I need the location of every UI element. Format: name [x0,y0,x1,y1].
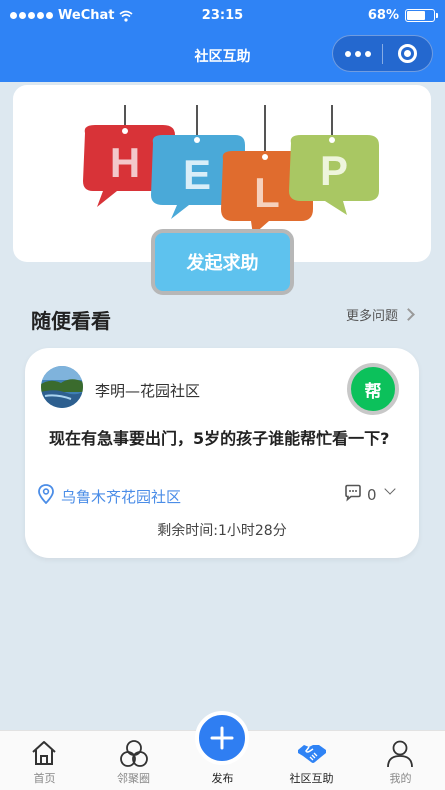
publish-fab-button[interactable] [195,711,249,765]
tab-label: 发布 [211,772,234,785]
tab-label: 社区互助 [289,772,334,785]
location-label[interactable]: 乌鲁木齐花园社区 [61,486,181,507]
section-title: 随便看看 [31,309,111,333]
comment-icon[interactable] [344,484,362,502]
banner-letter: E [183,151,211,198]
more-questions-label: 更多问题 [345,309,398,324]
banner-letter: H [110,139,140,186]
battery-percent: 68% [367,8,399,23]
comment-count: 0 [367,486,377,504]
status-right: 68% [367,8,438,23]
tab-neighbors[interactable]: 邻聚圈 [89,731,178,790]
remaining-time: 剩余时间:1小时28分 [157,523,287,539]
close-mini-program-button[interactable] [383,35,432,72]
handshake-icon [298,745,326,763]
target-icon [398,44,417,63]
user-icon [387,740,413,768]
author-name: 李明—花园社区 [95,382,201,400]
chevron-down-icon[interactable] [384,483,396,495]
request-help-button[interactable]: 发起求助 [151,229,294,295]
tab-profile[interactable]: 我的 [356,731,445,790]
more-menu-button[interactable] [333,35,382,72]
plus-icon [210,726,234,750]
help-badge-button[interactable]: 帮 [347,363,399,415]
more-questions-link[interactable]: 更多问题 [345,305,415,324]
banner-letter: P [320,147,348,194]
mini-program-capsule [332,35,433,72]
battery-level [407,11,425,20]
avatar[interactable] [41,366,83,408]
tab-label: 邻聚圈 [117,772,150,785]
chevron-right-icon [402,308,415,321]
battery-icon [405,9,438,22]
tab-label: 首页 [33,772,56,785]
tab-home[interactable]: 首页 [0,731,89,790]
home-icon [32,741,56,765]
tab-community-help[interactable]: 社区互助 [267,731,356,790]
banner-letter: L [254,169,280,216]
post-body: 现在有急事要出门，5岁的孩子谁能帮忙看一下? [49,429,390,448]
nav-bar: 社区互助 [0,30,445,82]
tab-label: 我的 [389,772,412,785]
circles-icon [120,740,148,767]
status-bar: WeChat 23:15 68% [0,0,445,30]
help-request-card[interactable]: 李明—花园社区 帮 现在有急事要出门，5岁的孩子谁能帮忙看一下? 乌鲁木齐花园社… [25,348,419,558]
location-pin-icon [38,484,54,504]
